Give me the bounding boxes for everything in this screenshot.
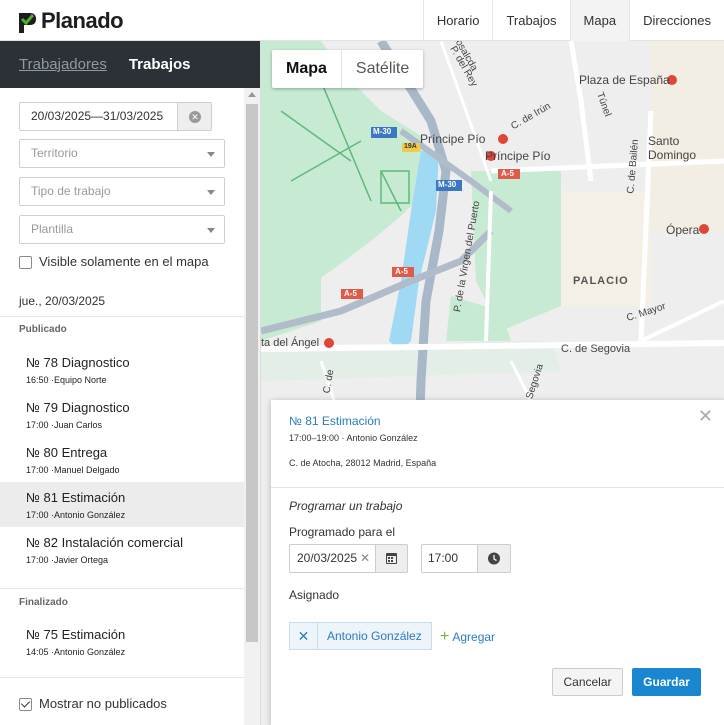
date-range-input[interactable]: 20/03/2025—31/03/2025 ✕ [19,102,212,131]
map-label-principe-pio-station: Príncipe Pío [420,132,486,146]
plus-icon: + [440,628,450,645]
scroll-up-arrow-icon[interactable] [248,92,256,97]
chevron-down-icon [207,152,215,157]
job-subtitle: 17:00 ·Antonio González [26,510,126,520]
save-button[interactable]: Guardar [632,668,701,696]
map-label-palacio: PALACIO [573,275,629,287]
job-subtitle: 17:00 ·Manuel Delgado [26,465,120,475]
divider [0,588,244,589]
calendar-button[interactable] [375,544,408,573]
road-shield-a5: A-5 [395,267,408,276]
road-shield-m30: M-30 [438,180,457,189]
clock-icon [488,552,500,565]
tab-trabajos[interactable]: Trabajos [492,0,569,41]
map-label-del-angel: ta del Ángel [261,337,320,349]
visible-on-map-checkbox[interactable] [19,256,32,269]
time-value: 17:00 [428,551,459,565]
popup-time-worker: 17:00–19:00 · Antonio González [289,433,418,443]
cancel-button[interactable]: Cancelar [552,668,623,696]
road-shield-a5: A-5 [501,169,514,178]
show-unpublished-label: Mostrar no publicados [39,696,167,711]
map-label-principe-pio: Príncipe Pío [485,149,551,163]
template-placeholder: Plantilla [31,222,74,236]
map-type-toggle: Mapa Satélite [272,50,424,88]
clear-date-icon[interactable]: ✕ [360,545,370,572]
sidebar-tab-jobs[interactable]: Trabajos [129,56,191,73]
job-type-placeholder: Tipo de trabajo [31,184,111,198]
logo[interactable]: Planado [16,8,124,34]
chevron-down-icon [207,190,215,195]
tab-direcciones[interactable]: Direcciones [629,0,724,41]
job-item-80[interactable]: № 80 Entrega 17:00 ·Manuel Delgado [0,437,244,482]
job-item-78[interactable]: № 78 Diagnostico 16:50 ·Equipo Norte [0,347,244,392]
top-bar: Planado Horario Trabajos Mapa Direccione… [0,0,724,41]
road-shield-m30: M-30 [373,127,392,136]
job-title: № 80 Entrega [26,445,108,460]
calendar-icon [386,553,397,564]
remove-assignee-icon[interactable]: ✕ [290,623,318,649]
assigned-label: Asignado [289,588,340,602]
road-shield-19a: 19A [404,143,417,150]
popup-address: C. de Atocha, 28012 Madrid, España [289,458,437,468]
job-title: № 78 Diagnostico [26,355,130,370]
add-assignee-button[interactable]: + Agregar [440,628,495,646]
clock-button[interactable] [477,544,511,573]
job-type-select[interactable]: Tipo de trabajo [19,177,225,206]
map-label-santo-domingo: Santo Domingo [648,134,697,162]
scrollbar-thumb[interactable] [246,104,258,642]
show-unpublished-checkbox[interactable] [19,698,32,711]
sidebar-tab-workers[interactable]: Trabajadores [19,56,107,73]
divider [0,677,244,678]
day-date-label: jue., 20/03/2025 [19,294,106,308]
popup-job-title[interactable]: № 81 Estimación [289,414,381,428]
job-subtitle: 17:00 ·Javier Ortega [26,555,109,565]
sidebar-header: Trabajadores Trabajos [0,41,260,88]
date-value: 20/03/2025 [297,551,358,565]
job-subtitle: 14:05 ·Antonio González [26,647,126,657]
territory-select[interactable]: Territorio [19,139,225,168]
schedule-job-popup: ✕ № 81 Estimación 17:00–19:00 · Antonio … [271,400,724,725]
close-icon[interactable]: ✕ [698,406,713,427]
sidebar: Trabajadores Trabajos 20/03/2025—31/03/2… [0,41,261,725]
job-item-82[interactable]: № 82 Instalación comercial 17:00 ·Javier… [0,527,244,572]
assignee-name: Antonio González [327,629,422,643]
visible-on-map-label: Visible solamente en el mapa [39,254,209,269]
logo-text: Planado [41,8,124,33]
divider [0,316,244,317]
top-nav: Horario Trabajos Mapa Direcciones [422,0,724,41]
date-range-clear-button[interactable]: ✕ [177,103,211,130]
map-type-satellite-button[interactable]: Satélite [342,50,423,88]
road-shield-a5: A-5 [344,289,357,298]
map-label-opera: Ópera [666,223,700,237]
job-item-81[interactable]: № 81 Estimación 17:00 ·Antonio González [0,482,244,527]
scheduled-for-label: Programado para el [289,525,396,539]
assignee-chip: ✕ Antonio González [289,622,432,650]
template-select[interactable]: Plantilla [19,215,225,244]
clear-icon: ✕ [189,111,201,123]
map-type-map-button[interactable]: Mapa [272,50,342,88]
chevron-down-icon [207,228,215,233]
job-subtitle: 16:50 ·Equipo Norte [26,375,107,385]
job-title: № 75 Estimación [26,627,126,642]
date-range-value: 20/03/2025—31/03/2025 [31,109,164,123]
job-item-79[interactable]: № 79 Diagnostico 17:00 ·Juan Carlos [0,392,244,437]
published-section-label: Publicado [19,324,67,335]
job-subtitle: 17:00 ·Juan Carlos [26,420,103,430]
finished-section-label: Finalizado [19,597,68,608]
job-title: № 79 Diagnostico [26,400,130,415]
planado-logo-icon [16,9,38,33]
job-title: № 81 Estimación [26,490,126,505]
job-item-75[interactable]: № 75 Estimación 14:05 ·Antonio González [0,619,244,664]
tab-horario[interactable]: Horario [422,0,493,41]
job-title: № 82 Instalación comercial [26,535,184,550]
tab-mapa[interactable]: Mapa [569,0,630,41]
map-label-c-segovia: C. de Segovia [561,343,631,355]
divider [271,487,724,488]
map-label-plaza-espana: Plaza de España [579,73,670,87]
add-label: Agregar [452,630,496,644]
popup-section-title: Programar un trabajo [289,499,403,513]
territory-placeholder: Territorio [31,146,78,160]
